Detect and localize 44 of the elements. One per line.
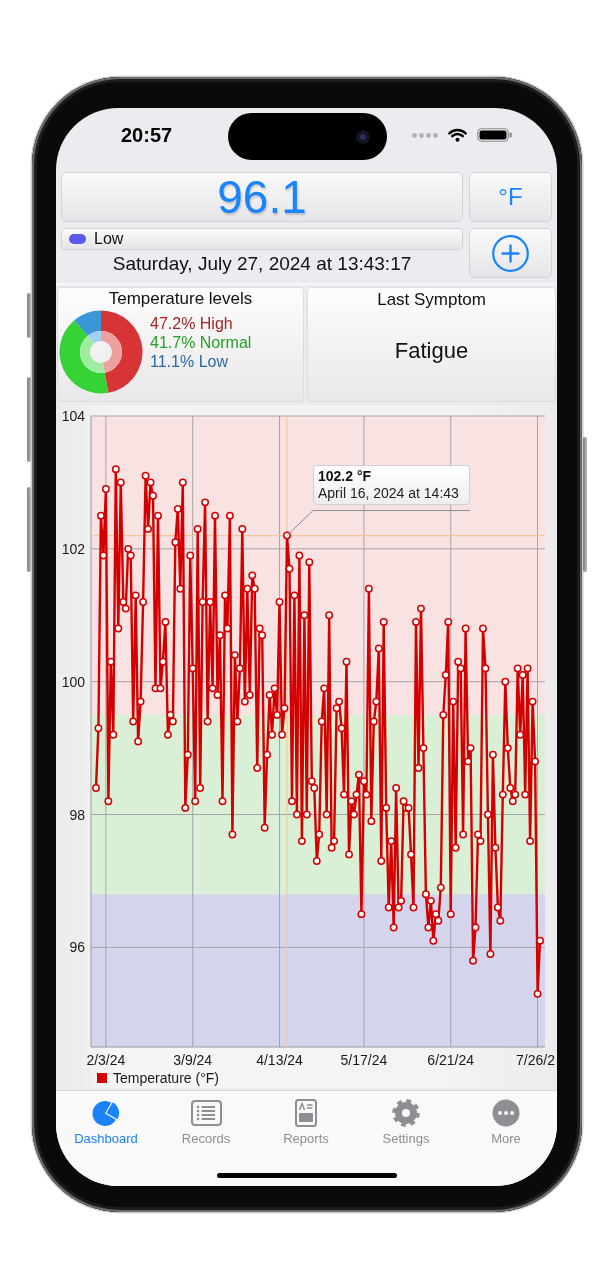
legend-label: 41.7% Normal	[150, 333, 252, 352]
tab[interactable]: Reports	[256, 1099, 356, 1147]
temperature-display: 96.1	[61, 172, 463, 222]
x-axis-label: 2/3/24	[86, 1052, 126, 1068]
legend-label: 11.1% Low	[150, 352, 229, 371]
more-icon	[492, 1099, 520, 1127]
x-axis-label: 3/9/24	[173, 1052, 213, 1068]
y-axis-label: 96	[69, 939, 85, 956]
tab[interactable]: Settings	[356, 1099, 456, 1147]
plus-circle-icon	[492, 234, 529, 272]
y-axis-label: 102	[61, 540, 85, 557]
y-axis-label: 98	[69, 806, 85, 823]
document-icon	[295, 1099, 317, 1127]
legend-label: 47.2% High	[150, 314, 234, 333]
x-axis-label: 4/13/24	[256, 1052, 303, 1068]
legend-label: Temperature (°F)	[113, 1070, 219, 1086]
x-axis-label: 7/26/2	[516, 1052, 555, 1068]
status-time: 20:57	[121, 124, 173, 146]
x-axis-label: 6/21/24	[427, 1052, 475, 1068]
x-axis-label: 5/17/24	[340, 1052, 388, 1068]
tab[interactable]: More	[456, 1099, 556, 1147]
tooltip-date: April 16, 2024 at 14:43	[318, 484, 459, 502]
add-button[interactable]	[469, 228, 552, 278]
tooltip-value: 102.2 °F	[318, 467, 372, 485]
signal-icon	[412, 132, 438, 138]
wifi-icon	[448, 128, 467, 142]
pie-chart-icon	[92, 1099, 120, 1127]
card-title: Last Symptom	[376, 289, 487, 310]
tab[interactable]: Records	[156, 1099, 256, 1147]
tab[interactable]: Dashboard	[56, 1099, 156, 1147]
y-axis-label: 100	[61, 673, 85, 690]
settings-icon	[392, 1099, 420, 1127]
y-axis-label: 104	[61, 408, 85, 424]
status-label: Low	[94, 230, 124, 248]
list-icon	[190, 1100, 222, 1126]
unit-button[interactable]: °F	[469, 172, 552, 222]
timestamp-text: Saturday, July 27, 2024 at 13:43:17	[111, 252, 413, 276]
symptom-value: Fatigue	[393, 338, 470, 364]
card-title: Temperature levels	[107, 288, 254, 309]
battery-icon	[477, 128, 512, 142]
side-button[interactable]	[27, 487, 31, 572]
side-button[interactable]	[27, 377, 31, 462]
side-button[interactable]	[583, 437, 587, 572]
side-button[interactable]	[27, 293, 31, 338]
